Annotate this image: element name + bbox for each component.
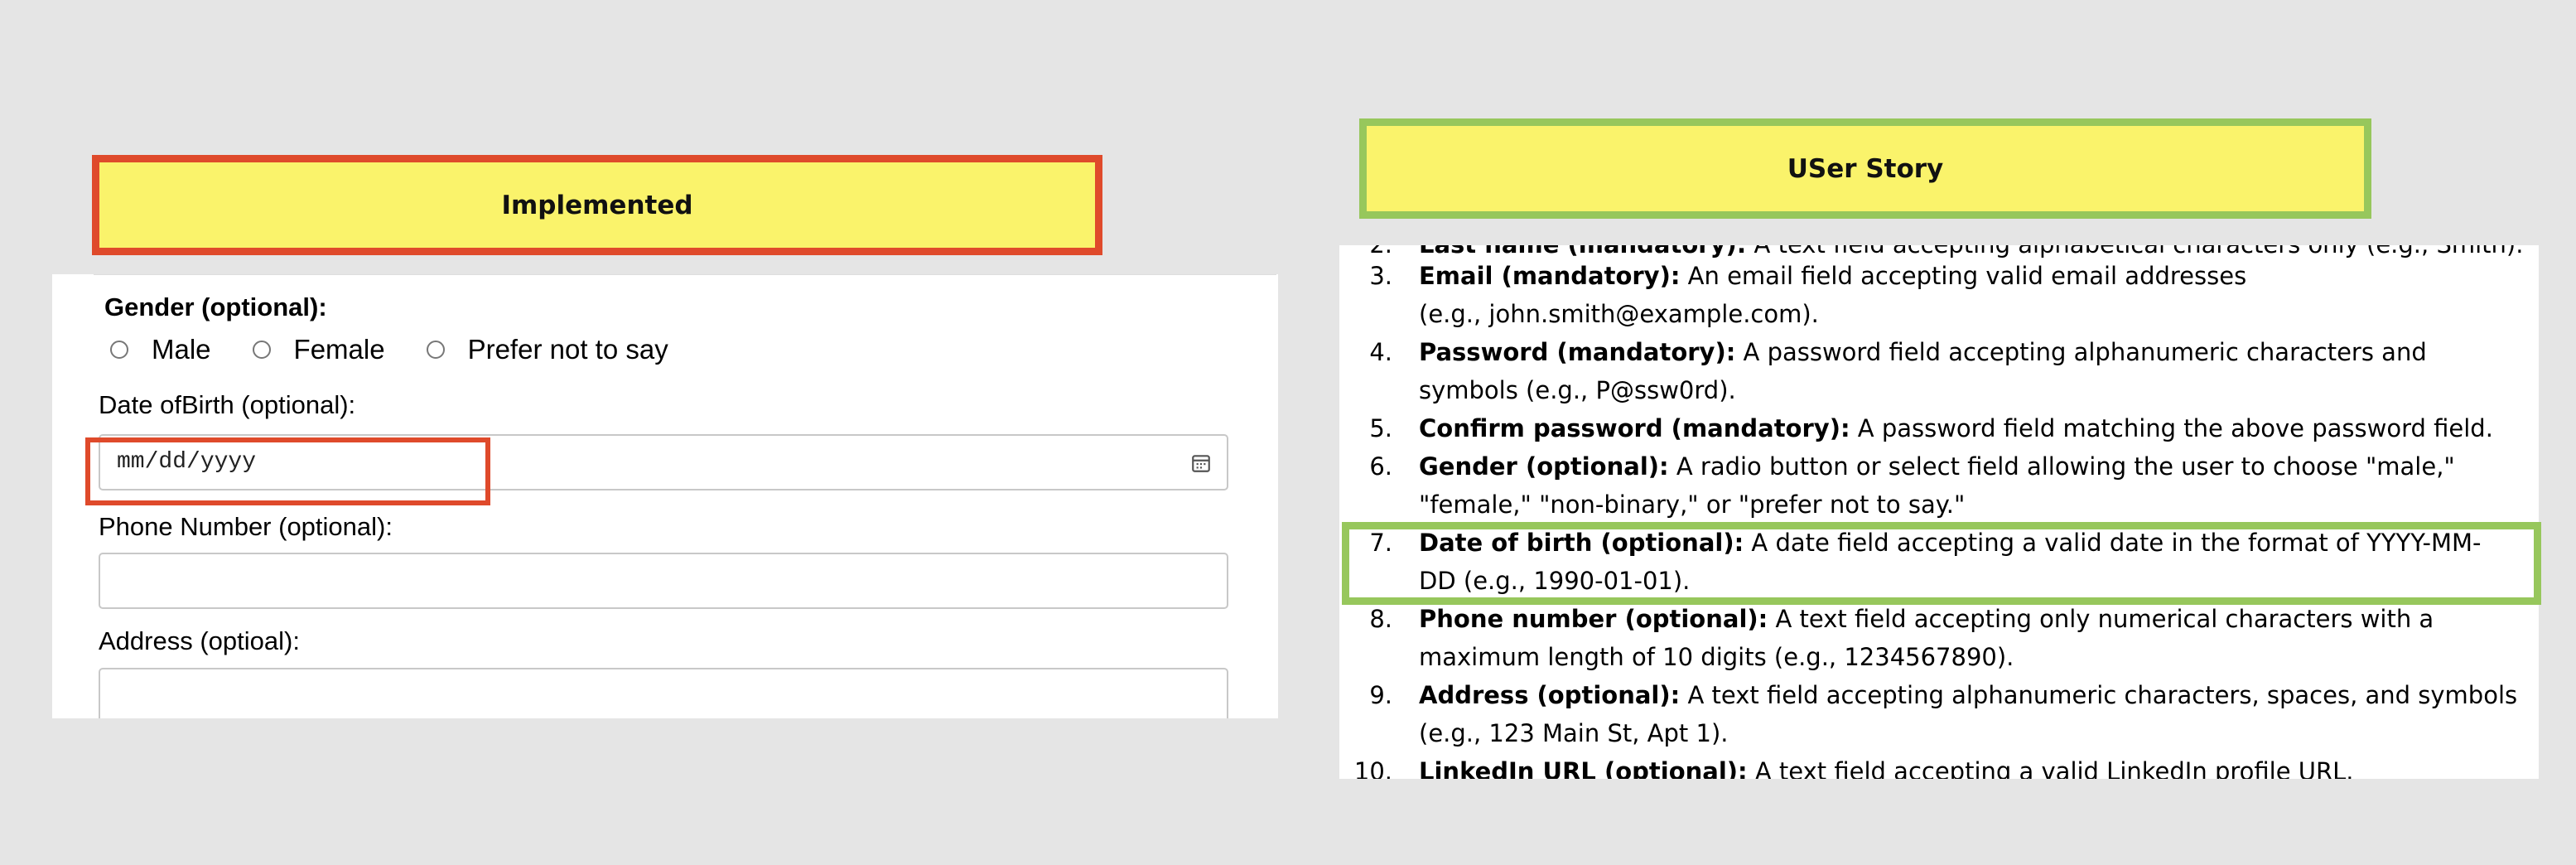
story-desc-cont: (e.g., john.smith@example.com).: [1419, 300, 1819, 328]
story-title: Address (optional):: [1419, 681, 1681, 709]
gender-female-radio[interactable]: [252, 341, 271, 359]
story-desc-cont: "female," "non-binary," or "prefer not t…: [1419, 490, 1966, 519]
gender-male-radio[interactable]: [110, 341, 128, 359]
user-story-panel: 2. Last name (mandatory): A text field a…: [1339, 245, 2539, 779]
story-desc: A password field accepting alphanumeric …: [1735, 338, 2427, 366]
divider: [94, 274, 1276, 275]
story-desc-cont: maximum length of 10 digits (e.g., 12345…: [1419, 643, 2014, 671]
story-title: Phone number (optional):: [1419, 605, 1768, 633]
address-input[interactable]: [99, 668, 1228, 718]
story-title: LinkedIn URL (optional):: [1419, 757, 1748, 779]
story-num: 10.: [1353, 757, 1392, 779]
story-num: 4.: [1369, 338, 1392, 366]
story-num: 6.: [1369, 452, 1392, 481]
phone-label: Phone Number (optional):: [99, 512, 393, 541]
implemented-form-panel: Gender (optional): Male Female Prefer no…: [52, 274, 1278, 718]
user-story-banner: USer Story: [1359, 118, 2371, 219]
dob-label: Date ofBirth (optional):: [99, 390, 356, 419]
story-title: Password (mandatory):: [1419, 338, 1736, 366]
story-num: 9.: [1369, 681, 1392, 709]
gender-prefer-not-radio[interactable]: [426, 341, 445, 359]
story-num: 3.: [1369, 262, 1392, 290]
story-num: 8.: [1369, 605, 1392, 633]
story-desc-cont: symbols (e.g., P@ssw0rd).: [1419, 376, 1736, 404]
story-desc: A text field accepting only numerical ch…: [1768, 605, 2434, 633]
dob-highlight-box: [85, 437, 490, 505]
address-label: Address (optioal):: [99, 626, 300, 655]
implemented-banner: Implemented: [92, 155, 1102, 255]
story-dob-highlight-box: [1342, 522, 2541, 605]
gender-male-label: Male: [152, 334, 211, 365]
story-desc: An email field accepting valid email add…: [1680, 262, 2247, 290]
story-desc: A text field accepting a valid LinkedIn …: [1747, 757, 2354, 779]
gender-radio-group: Male Female Prefer not to say: [110, 334, 710, 365]
gender-label: Gender (optional):: [104, 292, 327, 321]
story-title: Confirm password (mandatory):: [1419, 414, 1850, 442]
story-desc-cont: (e.g., 123 Main St, Apt 1).: [1419, 719, 1729, 747]
story-desc: A text field accepting alphanumeric char…: [1680, 681, 2518, 709]
gender-prefer-not-label: Prefer not to say: [467, 334, 668, 365]
calendar-icon[interactable]: [1190, 452, 1212, 474]
story-title: Gender (optional):: [1419, 452, 1669, 481]
gender-female-label: Female: [293, 334, 385, 365]
story-num: 5.: [1369, 414, 1392, 442]
story-title: Email (mandatory):: [1419, 262, 1681, 290]
story-desc: A radio button or select field allowing …: [1668, 452, 2455, 481]
phone-input[interactable]: [99, 553, 1228, 609]
story-desc: A password field matching the above pass…: [1850, 414, 2493, 442]
